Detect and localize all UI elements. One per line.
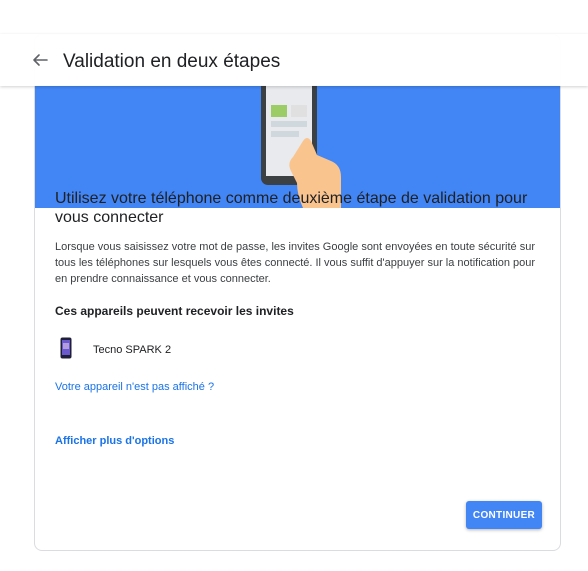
app-bar: Validation en deux étapes	[0, 34, 588, 86]
device-name: Tecno SPARK 2	[93, 344, 172, 356]
arrow-back-icon[interactable]	[28, 48, 52, 72]
page-title: Validation en deux étapes	[63, 51, 281, 72]
device-not-shown-link[interactable]: Votre appareil n'est pas affiché ?	[55, 381, 214, 393]
two-step-card: Utilisez votre téléphone comme deuxième …	[34, 34, 561, 551]
description-text: Lorsque vous saisissez votre mot de pass…	[55, 241, 536, 285]
devices-heading: Ces appareils peuvent recevoir les invit…	[55, 304, 294, 318]
continue-button[interactable]: CONTINUER	[466, 501, 542, 529]
smartphone-icon	[60, 337, 72, 364]
page-heading: Utilisez votre téléphone comme deuxième …	[55, 190, 528, 226]
more-options-link[interactable]: Afficher plus d'options	[55, 435, 174, 447]
device-item: Tecno SPARK 2	[60, 337, 171, 363]
